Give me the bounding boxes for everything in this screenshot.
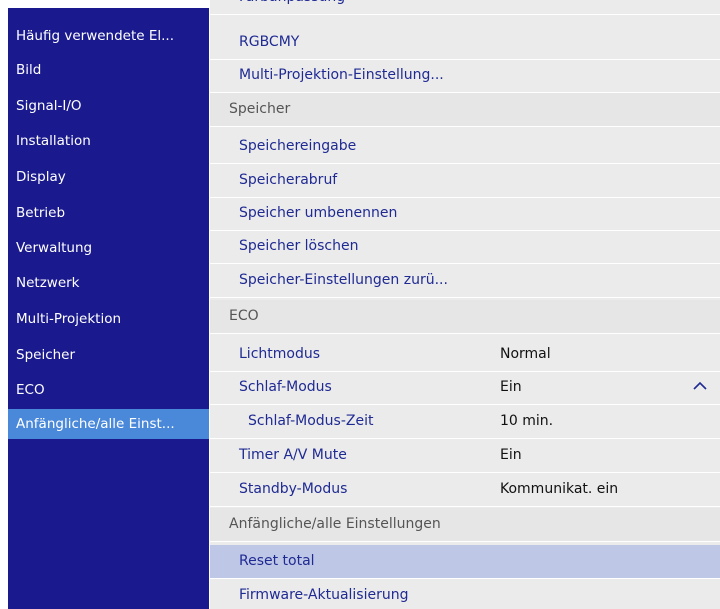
- row-label: Timer A/V Mute: [239, 447, 347, 463]
- settings-list: Farbanpassung RGBCMY Multi-Projektion-Ei…: [210, 0, 720, 609]
- section-title: Speicher: [229, 101, 291, 117]
- row-value: Normal: [500, 346, 551, 362]
- list-item-memory-save[interactable]: Speichereingabe: [210, 130, 720, 164]
- section-header-eco: ECO: [210, 300, 720, 334]
- sidebar-item-display[interactable]: Display: [8, 162, 209, 192]
- row-label: Reset total: [239, 553, 315, 569]
- row-label: RGBCMY: [239, 34, 300, 50]
- section-header-initial-settings: Anfängliche/alle Einstellungen: [210, 508, 720, 542]
- section-title: Anfängliche/alle Einstellungen: [229, 516, 441, 532]
- row-label: Speichereingabe: [239, 138, 357, 154]
- sidebar-menu: Häufig verwendete El... Bild Signal-I/O …: [8, 8, 209, 609]
- row-label: Speicher umbenennen: [239, 205, 398, 221]
- row-value: Ein: [500, 379, 522, 395]
- row-label: Farbanpassung: [239, 0, 345, 14]
- sidebar-item-installation[interactable]: Installation: [8, 126, 209, 156]
- list-item-multi-projection-settings[interactable]: Multi-Projektion-Einstellung...: [210, 59, 720, 93]
- list-item-color-adjustment[interactable]: Farbanpassung: [210, 0, 720, 15]
- sidebar-item-memory[interactable]: Speicher: [8, 340, 209, 370]
- list-item-memory-rename[interactable]: Speicher umbenennen: [210, 197, 720, 231]
- row-label: Schlaf-Modus: [239, 379, 332, 395]
- sidebar-item-signal-io[interactable]: Signal-I/O: [8, 91, 209, 121]
- list-item-memory-reset[interactable]: Speicher-Einstellungen zurü...: [210, 264, 720, 298]
- row-label: Multi-Projektion-Einstellung...: [239, 67, 444, 83]
- section-header-memory: Speicher: [210, 93, 720, 127]
- list-item-standby-mode[interactable]: Standby-Modus Kommunikat. ein: [210, 473, 720, 507]
- list-item-reset-all[interactable]: Reset total: [210, 545, 720, 579]
- list-item-firmware-update[interactable]: Firmware-Aktualisierung: [210, 579, 720, 609]
- list-item-av-mute-timer[interactable]: Timer A/V Mute Ein: [210, 439, 720, 473]
- row-label: Standby-Modus: [239, 481, 348, 497]
- row-label: Speicher löschen: [239, 238, 359, 254]
- section-title: ECO: [229, 308, 259, 324]
- row-value: Ein: [500, 447, 522, 463]
- row-label: Schlaf-Modus-Zeit: [248, 413, 374, 429]
- sidebar-item-image[interactable]: Bild: [8, 55, 209, 85]
- sidebar-item-multi-projection[interactable]: Multi-Projektion: [8, 304, 209, 334]
- list-item-memory-delete[interactable]: Speicher löschen: [210, 230, 720, 264]
- row-value: 10 min.: [500, 413, 554, 429]
- list-item-memory-load[interactable]: Speicherabruf: [210, 164, 720, 198]
- chevron-up-icon[interactable]: [692, 380, 708, 392]
- row-value: Kommunikat. ein: [500, 481, 619, 497]
- row-label: Firmware-Aktualisierung: [239, 587, 409, 603]
- sidebar-item-eco[interactable]: ECO: [8, 375, 209, 405]
- row-label: Lichtmodus: [239, 346, 321, 362]
- sidebar-item-network[interactable]: Netzwerk: [8, 268, 209, 298]
- row-label: Speicher-Einstellungen zurü...: [239, 272, 448, 288]
- sidebar-item-initial-settings[interactable]: Anfängliche/alle Einst...: [8, 409, 209, 439]
- list-item-light-mode[interactable]: Lichtmodus Normal: [210, 338, 720, 372]
- list-item-rgbcmy[interactable]: RGBCMY: [210, 26, 720, 60]
- list-item-sleep-mode-time[interactable]: Schlaf-Modus-Zeit 10 min.: [210, 405, 720, 439]
- sidebar-item-management[interactable]: Verwaltung: [8, 233, 209, 263]
- list-item-sleep-mode[interactable]: Schlaf-Modus Ein: [210, 371, 720, 405]
- sidebar-item-frequently-used[interactable]: Häufig verwendete El...: [8, 21, 209, 51]
- sidebar-item-operation[interactable]: Betrieb: [8, 198, 209, 228]
- row-label: Speicherabruf: [239, 172, 338, 188]
